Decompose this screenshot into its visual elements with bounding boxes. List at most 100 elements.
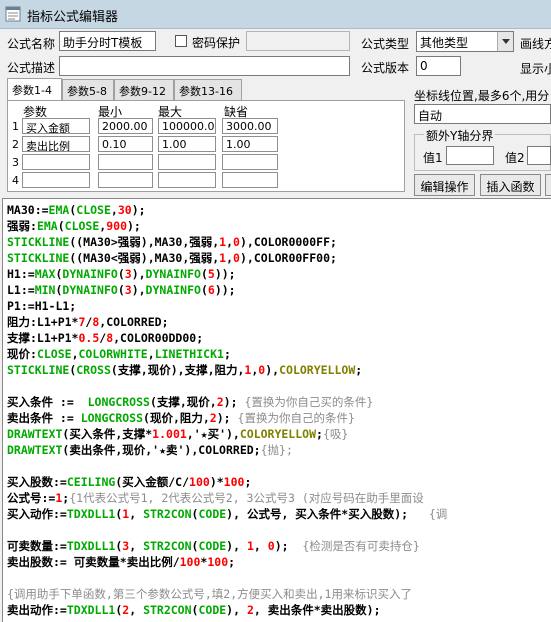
code-token: 卖出股数:= 可卖数量*卖出比例/ <box>7 555 180 569</box>
param-min-cell[interactable]: 0.10 <box>98 136 153 152</box>
param-default-cell[interactable]: 3000.00 <box>222 118 278 134</box>
code-line[interactable]: 卖出条件 := LONGCROSS(现价,阻力,2); {置换为你自己的条件} <box>7 410 355 426</box>
code-token: 买入动作:= <box>7 507 67 521</box>
param-default-cell[interactable] <box>222 172 278 188</box>
code-token: (现价,阻力, <box>143 411 210 425</box>
code-token: )* <box>209 475 224 489</box>
code-token: ((MA30>强弱),MA30,强弱, <box>69 235 220 249</box>
code-token: 3 <box>124 283 132 297</box>
code-line[interactable]: 阻力:L1+P1*7/8,COLORRED; <box>7 314 169 330</box>
code-line[interactable]: DRAWTEXT(卖出条件,现价,'★卖'),COLORRED;{抛}; <box>7 442 293 458</box>
code-token: COLORYELLOW <box>279 363 356 377</box>
code-token: ( <box>200 267 208 281</box>
code-token: ); <box>223 395 238 409</box>
code-line[interactable]: 买入股数:=CEILING(买入金额/C/100)*100; <box>7 474 251 490</box>
formula-type-select[interactable]: 其他类型 <box>416 31 514 52</box>
param-max-cell[interactable]: 100000.00 <box>158 118 216 134</box>
code-token: , <box>129 603 144 617</box>
code-token: LONGCROSS <box>80 411 144 425</box>
code-line[interactable]: 买入条件 := LONGCROSS(支撑,现价,2); {置换为你自己买的条件} <box>7 394 373 410</box>
code-token: 100 <box>223 475 245 489</box>
code-token: LONGCROSS <box>87 395 150 409</box>
code-token: CEILING <box>66 475 116 489</box>
formula-name-input[interactable]: 助手分时T模板 <box>59 31 156 51</box>
param-name-cell[interactable] <box>22 154 90 170</box>
code-token: 100 <box>207 555 229 569</box>
extra-y-axis-label: 额外Y轴分界 <box>424 127 496 144</box>
code-token: ), <box>226 603 247 617</box>
param-min-cell[interactable]: 2000.00 <box>98 118 153 134</box>
code-token: ( <box>57 219 65 233</box>
code-line[interactable]: 可卖数量:=TDXDLL1(3, STR2CON(CODE), 1, 0); {… <box>7 538 420 554</box>
code-token: DYNAINFO <box>62 267 118 281</box>
code-line[interactable]: 强弱:EMA(CLOSE,900); <box>7 218 141 234</box>
code-line[interactable]: DRAWTEXT(买入条件,支撑*1.001,'★买'),COLORYELLOW… <box>7 426 348 442</box>
insert-function-button[interactable]: 插入函数 <box>480 174 541 196</box>
value2-input[interactable] <box>527 146 551 165</box>
coord-line-label: 坐标线位置,最多6个,用分 <box>414 89 550 103</box>
code-token: ),COLOR00FF00; <box>239 251 337 265</box>
param-default-cell[interactable] <box>222 154 278 170</box>
code-token: CLOSE <box>76 203 111 217</box>
code-line[interactable]: 现价:CLOSE,COLORWHITE,LINETHICK1; <box>7 346 231 362</box>
tab-params-9-12[interactable]: 参数9-12 <box>114 79 174 100</box>
code-line[interactable]: 买入动作:=TDXDLL1(1, STR2CON(CODE), 公式号, 买入条… <box>7 506 447 522</box>
tab-params-13-16[interactable]: 参数13-16 <box>174 79 242 100</box>
code-token: TDXDLL1 <box>66 603 116 617</box>
code-token: 0 <box>267 539 275 553</box>
password-input[interactable] <box>246 31 350 51</box>
formula-desc-label: 公式描述 <box>7 61 56 75</box>
coord-line-input[interactable]: 自动 <box>414 104 551 124</box>
param-max-cell[interactable] <box>158 172 216 188</box>
code-token: , <box>226 251 234 265</box>
code-token: 0 <box>233 251 240 265</box>
code-line[interactable]: STICKLINE((MA30>强弱),MA30,强弱,1,0),COLOR00… <box>7 234 337 250</box>
param-max-cell[interactable] <box>158 154 216 170</box>
code-line[interactable]: 公式号:=1;{1代表公式号1, 2代表公式号2, 3公式号3 (对应号码在助手… <box>7 490 424 506</box>
formula-type-label: 公式类型 <box>361 37 410 51</box>
formula-desc-input[interactable] <box>59 56 350 76</box>
code-line[interactable]: STICKLINE(CROSS(支撑,现价),支撑,阻力,1,0),COLORY… <box>7 362 362 378</box>
code-line[interactable]: P1:=H1-L1; <box>7 298 76 314</box>
edit-operation-button[interactable]: 编辑操作 <box>414 174 475 196</box>
code-token: ; <box>223 347 231 361</box>
code-line[interactable]: MA30:=EMA(CLOSE,30); <box>7 202 146 218</box>
code-line[interactable]: L1:=MIN(DYNAINFO(3),DYNAINFO(6)); <box>7 282 236 298</box>
code-line[interactable]: 卖出股数:= 可卖数量*卖出比例/100*100; <box>7 554 235 570</box>
password-protect-checkbox[interactable] <box>175 35 187 47</box>
more-button[interactable] <box>545 174 551 196</box>
formula-version-input[interactable]: 0 <box>416 56 461 76</box>
code-token: CODE <box>198 539 227 553</box>
code-token: P1:=H1-L1; <box>7 299 77 313</box>
title-bar: 指标公式编辑器 <box>0 0 551 29</box>
param-min-cell[interactable] <box>98 154 153 170</box>
param-name-cell[interactable]: 买入金额 <box>22 118 90 134</box>
param-min-cell[interactable] <box>98 172 153 188</box>
code-token: ), <box>265 363 280 377</box>
code-line[interactable]: 支撑:L1+P1*0.5/8,COLOR00DD00; <box>7 330 203 346</box>
tab-params-5-8[interactable]: 参数5-8 <box>62 79 114 100</box>
code-token: ( <box>117 267 125 281</box>
formula-version-label: 公式版本 <box>361 61 410 75</box>
code-line[interactable]: H1:=MAX(DYNAINFO(3),DYNAINFO(5)); <box>7 266 236 282</box>
value1-input[interactable] <box>446 146 494 165</box>
param-name-cell[interactable] <box>22 172 90 188</box>
code-token: STR2CON <box>143 539 192 553</box>
formula-code-editor[interactable]: MA30:=EMA(CLOSE,30); 强弱:EMA(CLOSE,900); ST… <box>2 198 551 622</box>
code-token: 900 <box>106 219 127 233</box>
code-token: MAX <box>34 267 56 281</box>
param-max-cell[interactable]: 1.00 <box>158 136 216 152</box>
code-token: ( <box>200 283 208 297</box>
code-line[interactable]: STICKLINE((MA30<强弱),MA30,强弱,1,0),COLOR00… <box>7 250 337 266</box>
param-default-cell[interactable]: 1.00 <box>222 136 278 152</box>
param-row-number: 4 <box>12 174 19 187</box>
code-token: 2 <box>209 411 217 425</box>
param-name-cell[interactable]: 卖出比例 <box>22 136 90 152</box>
code-token: 5 <box>207 267 215 281</box>
draw-method-label: 画线方 <box>520 37 551 51</box>
code-line[interactable]: {调用助手下单函数,第三个参数公式号,填2,方便买入和卖出,1用来标识买入了 <box>7 586 412 602</box>
code-line[interactable]: 卖出动作:=TDXDLL1(2, STR2CON(CODE), 2, 卖出条件*… <box>7 602 381 618</box>
code-token: ; <box>355 363 363 377</box>
code-token: DRAWTEXT <box>7 443 63 457</box>
tab-params-1-4[interactable]: 参数1-4 <box>7 78 62 100</box>
